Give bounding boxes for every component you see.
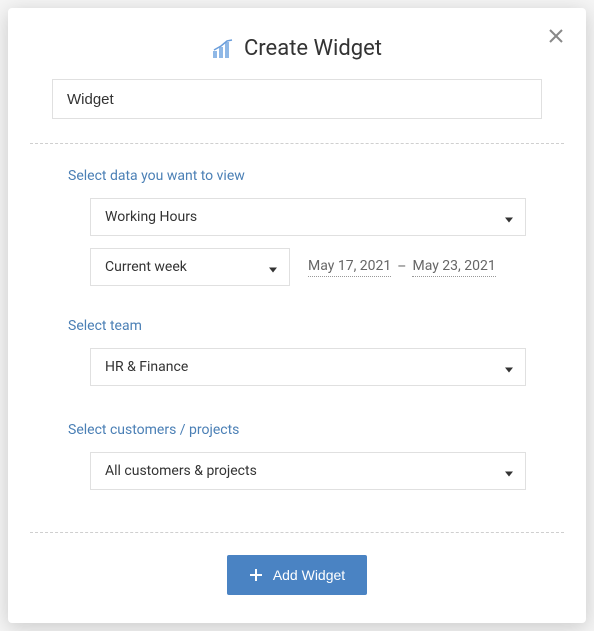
section-customers-label: Select customers / projects (68, 422, 526, 438)
date-to[interactable]: May 23, 2021 (412, 258, 495, 277)
period-select[interactable]: Current week (90, 248, 290, 286)
plus-icon (249, 568, 263, 582)
metric-select-value: Working Hours (105, 209, 197, 225)
section-data-label: Select data you want to view (68, 168, 526, 184)
chevron-down-icon (505, 462, 513, 481)
date-from[interactable]: May 17, 2021 (308, 258, 391, 277)
add-widget-button[interactable]: Add Widget (227, 555, 367, 595)
customers-select-value: All customers & projects (105, 463, 257, 479)
section-data: Select data you want to view Working Hou… (8, 144, 586, 286)
modal-title: Create Widget (244, 36, 382, 61)
widget-name-input[interactable] (52, 79, 542, 119)
customers-select[interactable]: All customers & projects (90, 452, 526, 490)
close-icon (549, 29, 563, 43)
date-separator: – (397, 259, 406, 275)
team-select-value: HR & Finance (105, 359, 188, 375)
modal-header: Create Widget (8, 8, 586, 79)
period-select-value: Current week (105, 259, 187, 275)
date-range: May 17, 2021 – May 23, 2021 (308, 258, 496, 277)
widget-name-row (8, 79, 586, 143)
chart-icon (212, 39, 234, 59)
modal-footer: Add Widget (8, 533, 586, 595)
section-team-label: Select team (68, 318, 526, 334)
close-button[interactable] (544, 24, 568, 48)
chevron-down-icon (269, 258, 277, 277)
chevron-down-icon (505, 358, 513, 377)
team-select[interactable]: HR & Finance (90, 348, 526, 386)
chevron-down-icon (505, 208, 513, 227)
section-customers: Select customers / projects All customer… (8, 398, 586, 506)
add-widget-label: Add Widget (273, 567, 345, 583)
metric-select[interactable]: Working Hours (90, 198, 526, 236)
create-widget-modal: Create Widget Select data you want to vi… (8, 8, 586, 623)
section-team: Select team HR & Finance (8, 294, 586, 386)
